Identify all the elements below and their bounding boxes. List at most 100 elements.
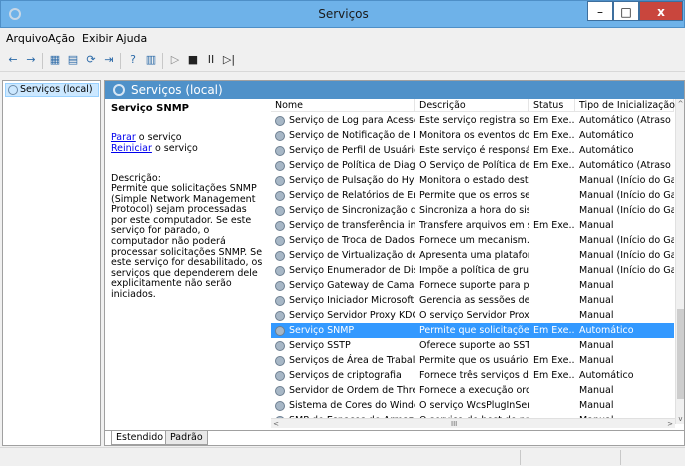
column-header-name[interactable]: Nome xyxy=(271,99,415,112)
cell-startup: Manual xyxy=(579,400,614,411)
cell-desc: Fornece um mecanism... xyxy=(419,235,529,246)
vertical-scrollbar[interactable]: ^ v xyxy=(675,99,684,424)
cell-startup: Manual xyxy=(579,385,614,396)
panel-header: Serviços (local) xyxy=(105,81,684,99)
cell-desc: Impõe a política de gru... xyxy=(419,265,529,276)
cell-name: Serviço SSTP xyxy=(289,340,351,351)
cell-desc: Este serviço registra soli... xyxy=(419,115,529,126)
menu-bar: Arquivo Ação Exibir Ajuda xyxy=(0,28,685,50)
scroll-right-arrow-icon[interactable]: > xyxy=(665,419,675,429)
cell-startup: Automático xyxy=(579,325,634,336)
scroll-down-arrow-icon[interactable]: v xyxy=(676,414,685,424)
column-header-status[interactable]: Status xyxy=(529,99,575,112)
table-row[interactable]: Serviços de Área de Trabalho ... Permite … xyxy=(271,353,674,368)
restart-service-icon[interactable]: ▷| xyxy=(222,53,236,67)
start-service-icon[interactable]: ▷ xyxy=(168,53,182,67)
stop-service-link[interactable]: Parar xyxy=(111,132,136,143)
service-gear-icon xyxy=(275,236,285,246)
cell-startup: Manual xyxy=(579,280,614,291)
cell-startup: Manual (Início do Ga... xyxy=(579,175,674,186)
help-icon[interactable]: ? xyxy=(126,53,140,67)
horizontal-scrollbar[interactable]: < III > xyxy=(271,418,675,428)
cell-desc: O serviço WcsPlugInSer... xyxy=(419,400,529,411)
table-row[interactable]: Serviço de Log para Acesso d... Este serv… xyxy=(271,113,674,128)
menu-acao[interactable]: Ação xyxy=(48,32,75,45)
table-row[interactable]: Sistema de Cores do Windows O serviço Wcs… xyxy=(271,398,674,413)
cell-name: Serviços de criptografia xyxy=(289,370,402,381)
refresh-icon[interactable]: ⟳ xyxy=(84,53,98,67)
cell-status xyxy=(533,278,575,293)
cell-startup: Manual (Início do Ga... xyxy=(579,250,674,261)
table-row[interactable]: Serviço de Relatórios de Erro ... Permite… xyxy=(271,188,674,203)
service-gear-icon xyxy=(275,311,285,321)
export-list-icon[interactable]: ⇥ xyxy=(102,53,116,67)
cell-status: Em Exe... xyxy=(533,160,575,171)
console-tree-icon[interactable]: ▦ xyxy=(48,53,62,67)
table-row[interactable]: Serviço SSTP Oferece suporte ao SST... Man… xyxy=(271,338,674,353)
close-button[interactable]: x xyxy=(639,1,683,21)
table-row[interactable]: Serviço de Sincronização de ... Sincroniz… xyxy=(271,203,674,218)
table-row[interactable]: Serviço Servidor Proxy KDC (... O serviço… xyxy=(271,308,674,323)
cell-status xyxy=(533,293,575,308)
cell-name: Serviço de transferência inteli... xyxy=(289,220,415,231)
description-pane: Serviço SNMP Parar o serviço Reiniciar o… xyxy=(105,99,270,428)
pause-service-icon[interactable]: II xyxy=(204,53,218,67)
cell-desc: Fornece três serviços de... xyxy=(419,370,529,381)
table-row[interactable]: Servidor de Ordem de Thread Fornece a exe… xyxy=(271,383,674,398)
table-row[interactable]: Serviço de Virtualização de Ár... Apresen… xyxy=(271,248,674,263)
maximize-button[interactable]: □ xyxy=(613,1,639,21)
cell-startup: Manual xyxy=(579,355,614,366)
menu-ajuda[interactable]: Ajuda xyxy=(116,32,147,45)
cell-status xyxy=(533,308,575,323)
table-row[interactable]: Serviço de transferência inteli... Transf… xyxy=(271,218,674,233)
column-header-startup-type[interactable]: Tipo de Inicialização xyxy=(575,99,675,112)
table-row[interactable]: Serviço Enumerador de Dispo... Impõe a po… xyxy=(271,263,674,278)
stop-service-icon[interactable]: ■ xyxy=(186,53,200,67)
table-row[interactable]: Serviço Gateway de Camada ... Fornece sup… xyxy=(271,278,674,293)
cell-desc: Oferece suporte ao SST... xyxy=(419,340,529,351)
back-arrow-icon[interactable]: ← xyxy=(6,53,20,67)
column-header-description[interactable]: Descrição xyxy=(415,99,529,112)
scroll-grip-icon[interactable]: III xyxy=(451,419,457,429)
cell-startup: Manual (Início do Ga... xyxy=(579,235,674,246)
cell-status: Em Exe... xyxy=(533,115,575,126)
scroll-up-arrow-icon[interactable]: ^ xyxy=(676,99,685,109)
service-gear-icon xyxy=(275,191,285,201)
cell-desc: Gerencia as sessões de I... xyxy=(419,295,529,306)
table-row[interactable]: Serviço de Notificação de Eve... Monitora… xyxy=(271,128,674,143)
menu-exibir[interactable]: Exibir xyxy=(82,32,113,45)
table-row[interactable]: Serviço de Perfil de Usuário Este serviço… xyxy=(271,143,674,158)
tab-standard[interactable]: Padrão xyxy=(165,431,208,445)
restart-service-link[interactable]: Reiniciar xyxy=(111,143,152,154)
title-bar: Serviços – □ x xyxy=(0,0,685,28)
cell-status: Em Exe... xyxy=(533,145,575,156)
scroll-left-arrow-icon[interactable]: < xyxy=(271,419,281,429)
cell-status: Em Exe... xyxy=(533,355,575,366)
table-row[interactable]: Serviço Iniciador Microsoft iS... Gerenci… xyxy=(271,293,674,308)
toolbar: ← → ▦ ▤ ⟳ ⇥ ? ▥ ▷ ■ II ▷| xyxy=(0,50,685,72)
panel-title: Serviços (local) xyxy=(131,83,223,97)
cell-status xyxy=(533,263,575,278)
cell-desc: O serviço Servidor Proxy... xyxy=(419,310,529,321)
tab-extended[interactable]: Estendido xyxy=(111,431,169,445)
table-row[interactable]: Serviço de Troca de Dados d... Fornece um… xyxy=(271,233,674,248)
service-gear-icon xyxy=(275,386,285,396)
minimize-button[interactable]: – xyxy=(587,1,613,21)
scroll-thumb[interactable] xyxy=(677,309,684,399)
service-gear-icon xyxy=(275,266,285,276)
cell-desc: O Serviço de Política de ... xyxy=(419,160,529,171)
table-row-selected[interactable]: Serviço SNMP Permite que solicitaçõe... Em… xyxy=(271,323,674,338)
show-hide-icon[interactable]: ▥ xyxy=(144,53,158,67)
properties-icon[interactable]: ▤ xyxy=(66,53,80,67)
menu-arquivo[interactable]: Arquivo xyxy=(6,32,48,45)
service-gear-icon xyxy=(275,296,285,306)
cell-desc: Permite que os erros sej... xyxy=(419,190,529,201)
tree-item-services-local[interactable]: Serviços (local) xyxy=(5,83,99,97)
forward-arrow-icon[interactable]: → xyxy=(24,53,38,67)
table-row[interactable]: Serviço de Pulsação do Hype... Monitora o… xyxy=(271,173,674,188)
tree-item-label: Serviços (local) xyxy=(20,84,93,95)
table-row[interactable]: Serviço de Política de Diagnó... O Serviç… xyxy=(271,158,674,173)
table-row[interactable]: Serviços de criptografia Fornece três ser… xyxy=(271,368,674,383)
status-separator xyxy=(520,450,521,465)
cell-startup: Manual xyxy=(579,340,614,351)
